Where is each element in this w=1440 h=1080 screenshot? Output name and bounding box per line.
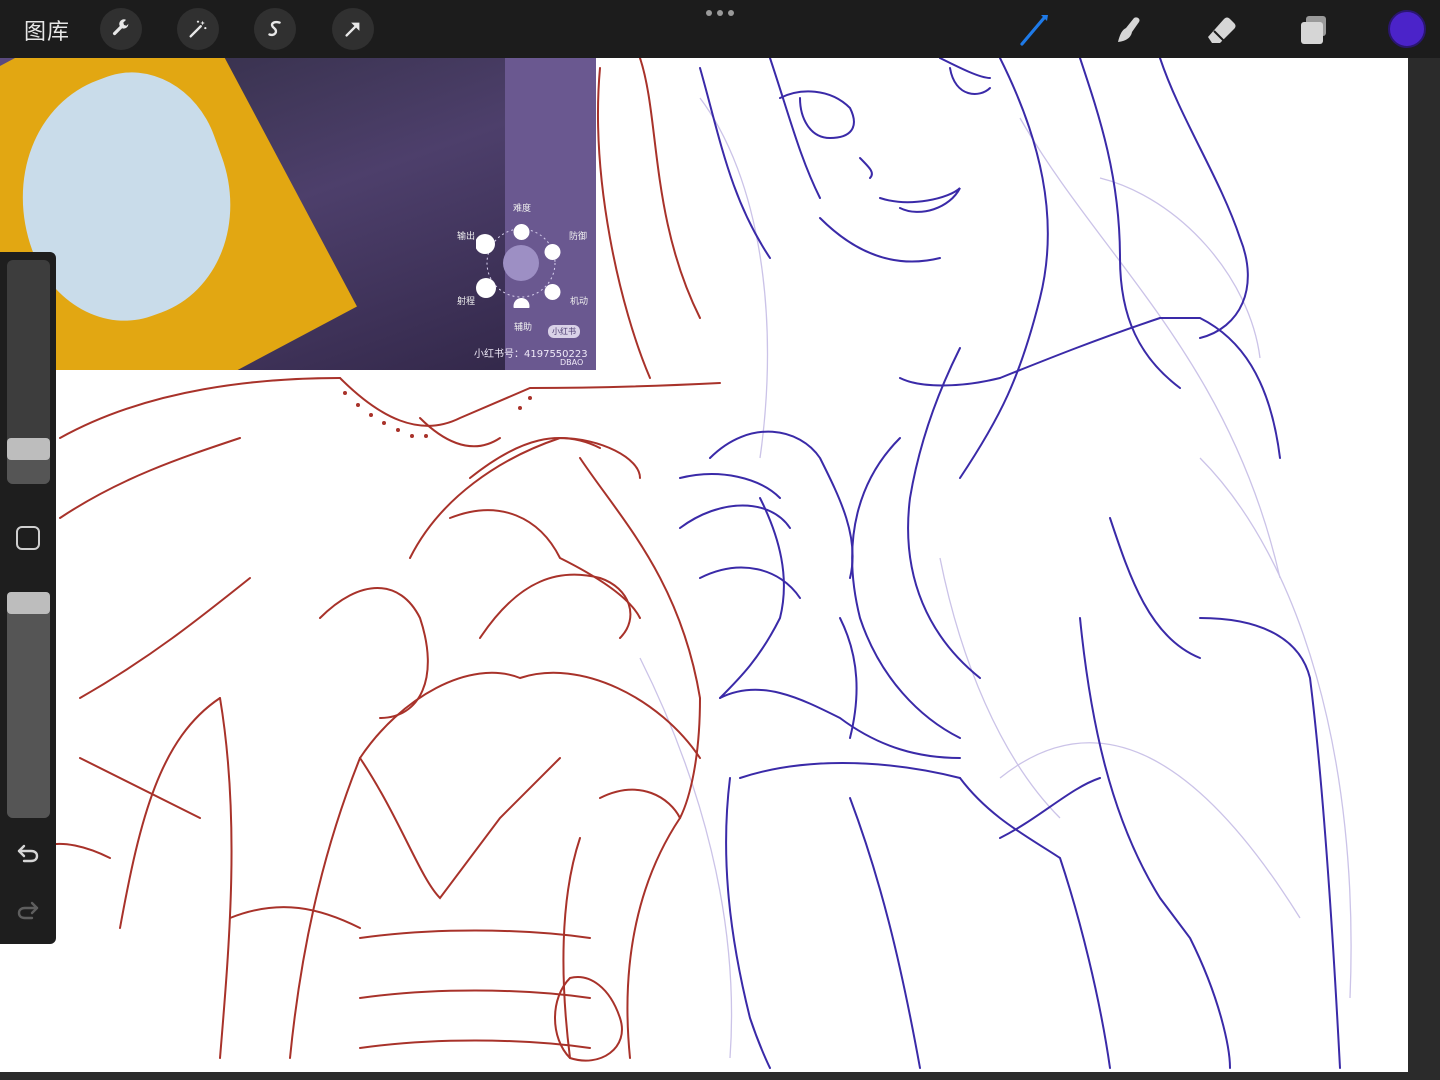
dot-icon	[706, 10, 712, 16]
brush-icon	[1020, 15, 1048, 46]
wrench-icon	[112, 19, 130, 36]
stat-wheel-icon	[476, 224, 561, 308]
dot-icon	[728, 10, 734, 16]
color-picker-button[interactable]	[1388, 10, 1426, 48]
modify-square-button[interactable]	[16, 526, 40, 550]
opacity-fill	[7, 592, 50, 818]
magic-wand-icon	[189, 20, 207, 38]
brush-size-thumb[interactable]	[7, 437, 50, 460]
bottom-canvas-gutter	[0, 1072, 1440, 1080]
undo-button[interactable]	[12, 837, 44, 869]
transform-button[interactable]	[332, 8, 374, 50]
adjustments-wand-button[interactable]	[177, 8, 219, 50]
right-canvas-gutter	[1408, 58, 1440, 1080]
brush-tool-button[interactable]	[1012, 8, 1056, 52]
stat-label-output: 输出	[457, 232, 476, 242]
eraser-tool-button[interactable]	[1199, 8, 1243, 52]
stat-label-mobility: 机动	[570, 297, 589, 307]
opacity-slider[interactable]	[7, 592, 50, 818]
collar-dots	[343, 391, 532, 438]
redo-button[interactable]	[12, 894, 44, 926]
blue-character-lineart	[679, 58, 1341, 1069]
stat-label-range: 射程	[457, 297, 476, 307]
redo-icon	[17, 901, 39, 920]
selection-s-icon	[268, 20, 281, 37]
stat-label-defense: 防御	[569, 232, 588, 242]
eraser-icon	[1208, 17, 1236, 43]
transform-arrow-icon	[345, 22, 360, 37]
layers-icon	[1301, 16, 1326, 44]
undo-icon	[17, 844, 39, 863]
actions-wrench-button[interactable]	[100, 8, 142, 50]
reference-image[interactable]: 难度 防御 输出 射程 机动 辅助 小红书 小红书号：4197550223 DB…	[0, 58, 596, 370]
left-sidebar	[0, 252, 56, 944]
smudge-tool-button[interactable]	[1106, 8, 1150, 52]
dot-icon	[717, 10, 723, 16]
more-options-button[interactable]	[700, 4, 740, 22]
reference-watermark: DBAO	[560, 358, 584, 367]
stat-label-difficulty: 难度	[513, 204, 532, 214]
source-badge: 小红书	[548, 325, 580, 338]
smudge-icon	[1118, 17, 1140, 42]
sketch-layer	[639, 97, 1352, 1059]
top-toolbar: 图库	[0, 0, 1440, 58]
selection-button[interactable]	[254, 8, 296, 50]
gallery-button[interactable]: 图库	[24, 14, 70, 46]
stat-label-support: 辅助	[514, 323, 533, 333]
opacity-thumb[interactable]	[7, 592, 50, 614]
layers-button[interactable]	[1292, 8, 1336, 52]
brush-size-slider[interactable]	[7, 260, 50, 484]
